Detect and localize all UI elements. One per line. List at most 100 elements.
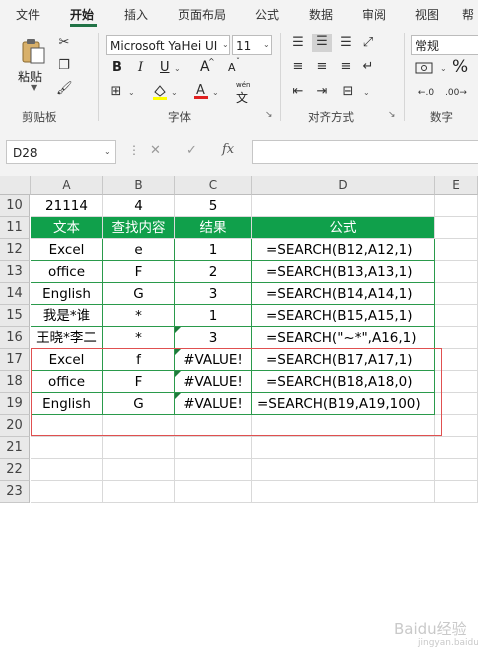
- borders-dropdown-icon[interactable]: ⌄: [128, 88, 135, 97]
- name-box[interactable]: D28: [6, 140, 116, 164]
- cell-a13[interactable]: office: [31, 261, 103, 283]
- cell-b14[interactable]: G: [103, 283, 175, 305]
- cell-b11[interactable]: 查找内容: [103, 217, 175, 239]
- tab-file[interactable]: 文件: [16, 6, 40, 23]
- row-header-14[interactable]: 14: [0, 283, 30, 305]
- tab-help[interactable]: 帮: [462, 6, 474, 23]
- cell-d11[interactable]: 公式: [252, 217, 435, 239]
- cell-b12[interactable]: e: [103, 239, 175, 261]
- tab-view[interactable]: 视图: [415, 6, 439, 23]
- cell-b15[interactable]: *: [103, 305, 175, 327]
- font-name-dropdown-icon[interactable]: ⌄: [222, 40, 229, 49]
- column-header-b[interactable]: B: [103, 176, 175, 195]
- column-header-e[interactable]: E: [435, 176, 478, 195]
- cell-c14[interactable]: 3: [175, 283, 252, 305]
- cell-d23[interactable]: [252, 481, 435, 503]
- currency-format-icon[interactable]: [414, 60, 440, 81]
- cell-d22[interactable]: [252, 459, 435, 481]
- column-header-a[interactable]: A: [31, 176, 103, 195]
- format-painter-icon[interactable]: 🖌: [56, 81, 73, 97]
- percent-style-button[interactable]: %: [452, 57, 468, 77]
- increase-indent-icon[interactable]: ⇥: [314, 84, 330, 100]
- formula-input[interactable]: [252, 140, 478, 164]
- cell-c13[interactable]: 2: [175, 261, 252, 283]
- cell-e13[interactable]: [435, 261, 478, 283]
- decrease-decimal-icon[interactable]: .00→: [444, 85, 468, 101]
- cell-a10[interactable]: 21114: [31, 195, 103, 217]
- underline-dropdown-icon[interactable]: ⌄: [174, 64, 181, 73]
- tab-review[interactable]: 审阅: [362, 6, 386, 23]
- cell-a14[interactable]: English: [31, 283, 103, 305]
- wrap-text-icon[interactable]: ↵: [360, 59, 376, 75]
- align-center-icon[interactable]: ≡: [314, 59, 330, 75]
- worksheet-grid[interactable]: A B C D E 10 21114 4 5 11 文本 查找内容 结果 公式 12 Excel e 1…: [0, 176, 478, 648]
- row-header-16[interactable]: 16: [0, 327, 30, 349]
- cell-c12[interactable]: 1: [175, 239, 252, 261]
- tab-insert[interactable]: 插入: [124, 6, 148, 23]
- fill-color-dropdown-icon[interactable]: ⌄: [171, 88, 178, 97]
- cell-e11[interactable]: [435, 217, 478, 239]
- currency-dropdown-icon[interactable]: ⌄: [440, 64, 447, 73]
- font-name-combo[interactable]: Microsoft YaHei UI: [106, 35, 230, 55]
- cell-a23[interactable]: [31, 481, 103, 503]
- align-left-icon[interactable]: ≡: [290, 59, 306, 75]
- column-header-d[interactable]: D: [252, 176, 435, 195]
- cell-a15[interactable]: 我是*谁: [31, 305, 103, 327]
- alignment-dialog-launcher-icon[interactable]: ↘: [388, 110, 396, 120]
- increase-decimal-icon[interactable]: ←.0: [414, 85, 438, 101]
- row-header-21[interactable]: 21: [0, 437, 30, 459]
- cell-c10[interactable]: 5: [175, 195, 252, 217]
- cell-d13[interactable]: =SEARCH(B13,A13,1): [252, 261, 435, 283]
- row-header-12[interactable]: 12: [0, 239, 30, 261]
- cell-a22[interactable]: [31, 459, 103, 481]
- row-header-13[interactable]: 13: [0, 261, 30, 283]
- cell-c21[interactable]: [175, 437, 252, 459]
- row-header-17[interactable]: 17: [0, 349, 30, 371]
- cut-icon[interactable]: ✂: [56, 35, 72, 51]
- confirm-entry-button[interactable]: ✓: [186, 143, 197, 158]
- column-header-c[interactable]: C: [175, 176, 252, 195]
- middle-align-icon[interactable]: ☰: [312, 34, 332, 52]
- row-header-23[interactable]: 23: [0, 481, 30, 503]
- cell-e10[interactable]: [435, 195, 478, 217]
- bottom-align-icon[interactable]: ☰: [338, 35, 354, 51]
- cell-a12[interactable]: Excel: [31, 239, 103, 261]
- tab-page-layout[interactable]: 页面布局: [178, 6, 226, 23]
- decrease-indent-icon[interactable]: ⇤: [290, 84, 306, 100]
- italic-button[interactable]: I: [138, 60, 143, 75]
- cell-b21[interactable]: [103, 437, 175, 459]
- cell-d12[interactable]: =SEARCH(B12,A12,1): [252, 239, 435, 261]
- cell-d21[interactable]: [252, 437, 435, 459]
- font-color-dropdown-icon[interactable]: ⌄: [212, 88, 219, 97]
- cell-c16[interactable]: 3: [175, 327, 252, 349]
- font-dialog-launcher-icon[interactable]: ↘: [265, 110, 273, 120]
- orientation-icon[interactable]: ⤢: [360, 35, 376, 51]
- merge-center-icon[interactable]: ⊟: [338, 84, 358, 100]
- cell-d16[interactable]: =SEARCH("~*",A16,1): [252, 327, 435, 349]
- row-header-11[interactable]: 11: [0, 217, 30, 239]
- tab-home[interactable]: 开始: [70, 6, 94, 23]
- cell-e22[interactable]: [435, 459, 478, 481]
- cell-d14[interactable]: =SEARCH(B14,A14,1): [252, 283, 435, 305]
- underline-button[interactable]: U: [160, 60, 170, 75]
- insert-function-button[interactable]: fx: [222, 142, 234, 157]
- cell-e23[interactable]: [435, 481, 478, 503]
- cancel-entry-button[interactable]: ✕: [150, 143, 161, 158]
- copy-icon[interactable]: ❐: [56, 58, 72, 74]
- cell-c22[interactable]: [175, 459, 252, 481]
- merge-dropdown-icon[interactable]: ⌄: [363, 88, 370, 97]
- phonetic-button[interactable]: 文: [236, 89, 248, 106]
- bold-button[interactable]: B: [112, 60, 122, 75]
- cell-c11[interactable]: 结果: [175, 217, 252, 239]
- cell-e12[interactable]: [435, 239, 478, 261]
- cell-e14[interactable]: [435, 283, 478, 305]
- cell-e15[interactable]: [435, 305, 478, 327]
- align-right-icon[interactable]: ≡: [338, 59, 354, 75]
- row-header-10[interactable]: 10: [0, 195, 30, 217]
- row-header-15[interactable]: 15: [0, 305, 30, 327]
- cell-b13[interactable]: F: [103, 261, 175, 283]
- cell-e16[interactable]: [435, 327, 478, 349]
- cell-a16[interactable]: 王晓*李二: [31, 327, 103, 349]
- cell-c15[interactable]: 1: [175, 305, 252, 327]
- fill-color-icon[interactable]: [152, 83, 168, 106]
